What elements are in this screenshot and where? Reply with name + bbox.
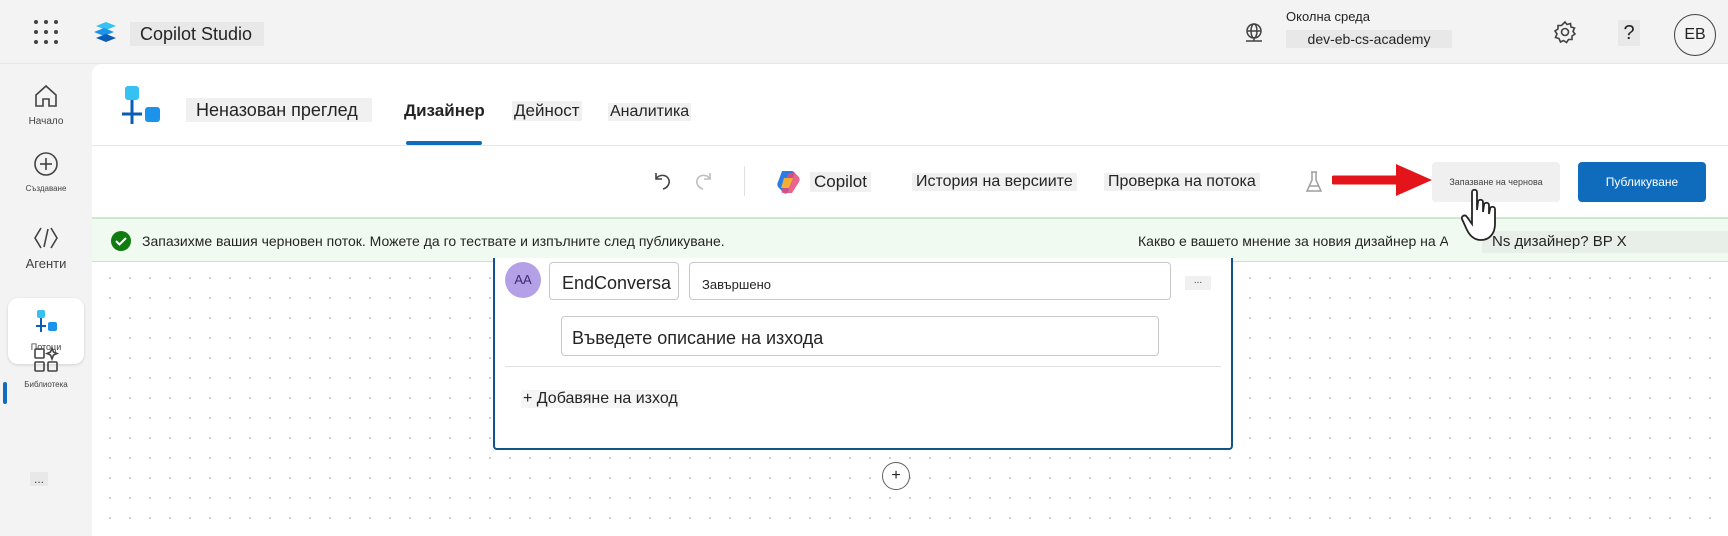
output-node-card[interactable]: AA EndConversa Завършено ... Въведете оп… [493,258,1233,450]
flow-canvas[interactable]: AA EndConversa Завършено ... Въведете оп… [92,258,1728,536]
undo-icon[interactable] [650,168,674,192]
feedback-question: Какво е вашето мнение за новия дизайнер … [1138,233,1448,249]
environment-value[interactable]: dev-eb-cs-academy [1286,30,1452,48]
rail-item-library[interactable]: Библиотека [8,344,84,410]
variable-avatar: AA [505,262,541,298]
tab-designer[interactable]: Дизайнер [404,101,485,121]
add-output-button[interactable]: + Добавяне на изход [521,390,680,408]
flow-header: Неназован преглед Дизайнер Дейност Анали… [92,64,1728,146]
card-divider [505,366,1221,367]
toolbar-divider [744,166,745,196]
tab-activity[interactable]: Дейност [512,101,582,121]
flow-icon [122,86,160,124]
rail-label-create: Създаване [25,184,67,193]
rail-label-home: Начало [28,116,64,127]
agents-icon [34,227,58,249]
success-check-icon [111,231,131,251]
flow-name[interactable]: Неназован преглед [186,98,372,122]
output-value-field[interactable]: Завършено [689,262,1171,300]
rail-item-create[interactable]: Създаване [8,140,84,206]
copilot-studio-logo-icon [94,22,116,42]
settings-gear-icon[interactable] [1552,19,1578,45]
banner-message: Запазихме вашия черновен поток. Можете д… [142,233,725,249]
rail-item-home[interactable]: Начало [8,72,84,138]
add-node-button[interactable]: + [882,462,910,490]
publish-button[interactable]: Публикуване [1578,162,1706,202]
user-avatar[interactable]: EB [1674,14,1716,56]
feedback-link[interactable]: Ns дизайнер? BP X [1482,231,1728,253]
flows-icon [36,310,57,332]
app-name: Copilot Studio [130,22,265,46]
main-panel: Неназован преглед Дизайнер Дейност Анали… [92,64,1728,536]
output-name-field[interactable]: EndConversa [549,262,679,300]
tab-analytics[interactable]: Аналитика [608,103,692,121]
version-history-button[interactable]: История на версиите [912,173,1077,191]
flow-checker-button[interactable]: Проверка на потока [1104,173,1260,191]
hand-cursor-icon [1460,188,1496,241]
home-icon [35,84,57,107]
output-description-input[interactable]: Въведете описание на изхода [561,316,1159,356]
copilot-button[interactable]: Copilot [810,172,871,192]
environment-globe-icon[interactable] [1242,21,1266,45]
test-beaker-icon[interactable] [1304,170,1324,194]
help-button[interactable]: ? [1618,20,1640,46]
left-navigation-rail: Начало Създаване Агенти Потоци Библиотек… [0,64,92,536]
annotation-arrow-icon [1332,164,1432,196]
library-icon [34,346,60,372]
active-rail-indicator [3,382,7,404]
rail-more-button[interactable]: ... [30,472,49,486]
more-options-button[interactable]: ... [1185,276,1211,290]
plus-circle-icon [34,152,58,176]
rail-item-agents[interactable]: Агенти [8,214,84,280]
copilot-icon [777,171,800,194]
environment-label: Околна среда [1286,9,1370,24]
active-tab-underline [406,141,482,145]
rail-label-library: Библиотека [24,380,68,389]
app-launcher-icon[interactable] [34,20,58,44]
top-bar: Copilot Studio Околна среда dev-eb-cs-ac… [0,0,1728,64]
rail-label-agents: Агенти [25,256,67,271]
redo-icon[interactable] [692,168,716,192]
